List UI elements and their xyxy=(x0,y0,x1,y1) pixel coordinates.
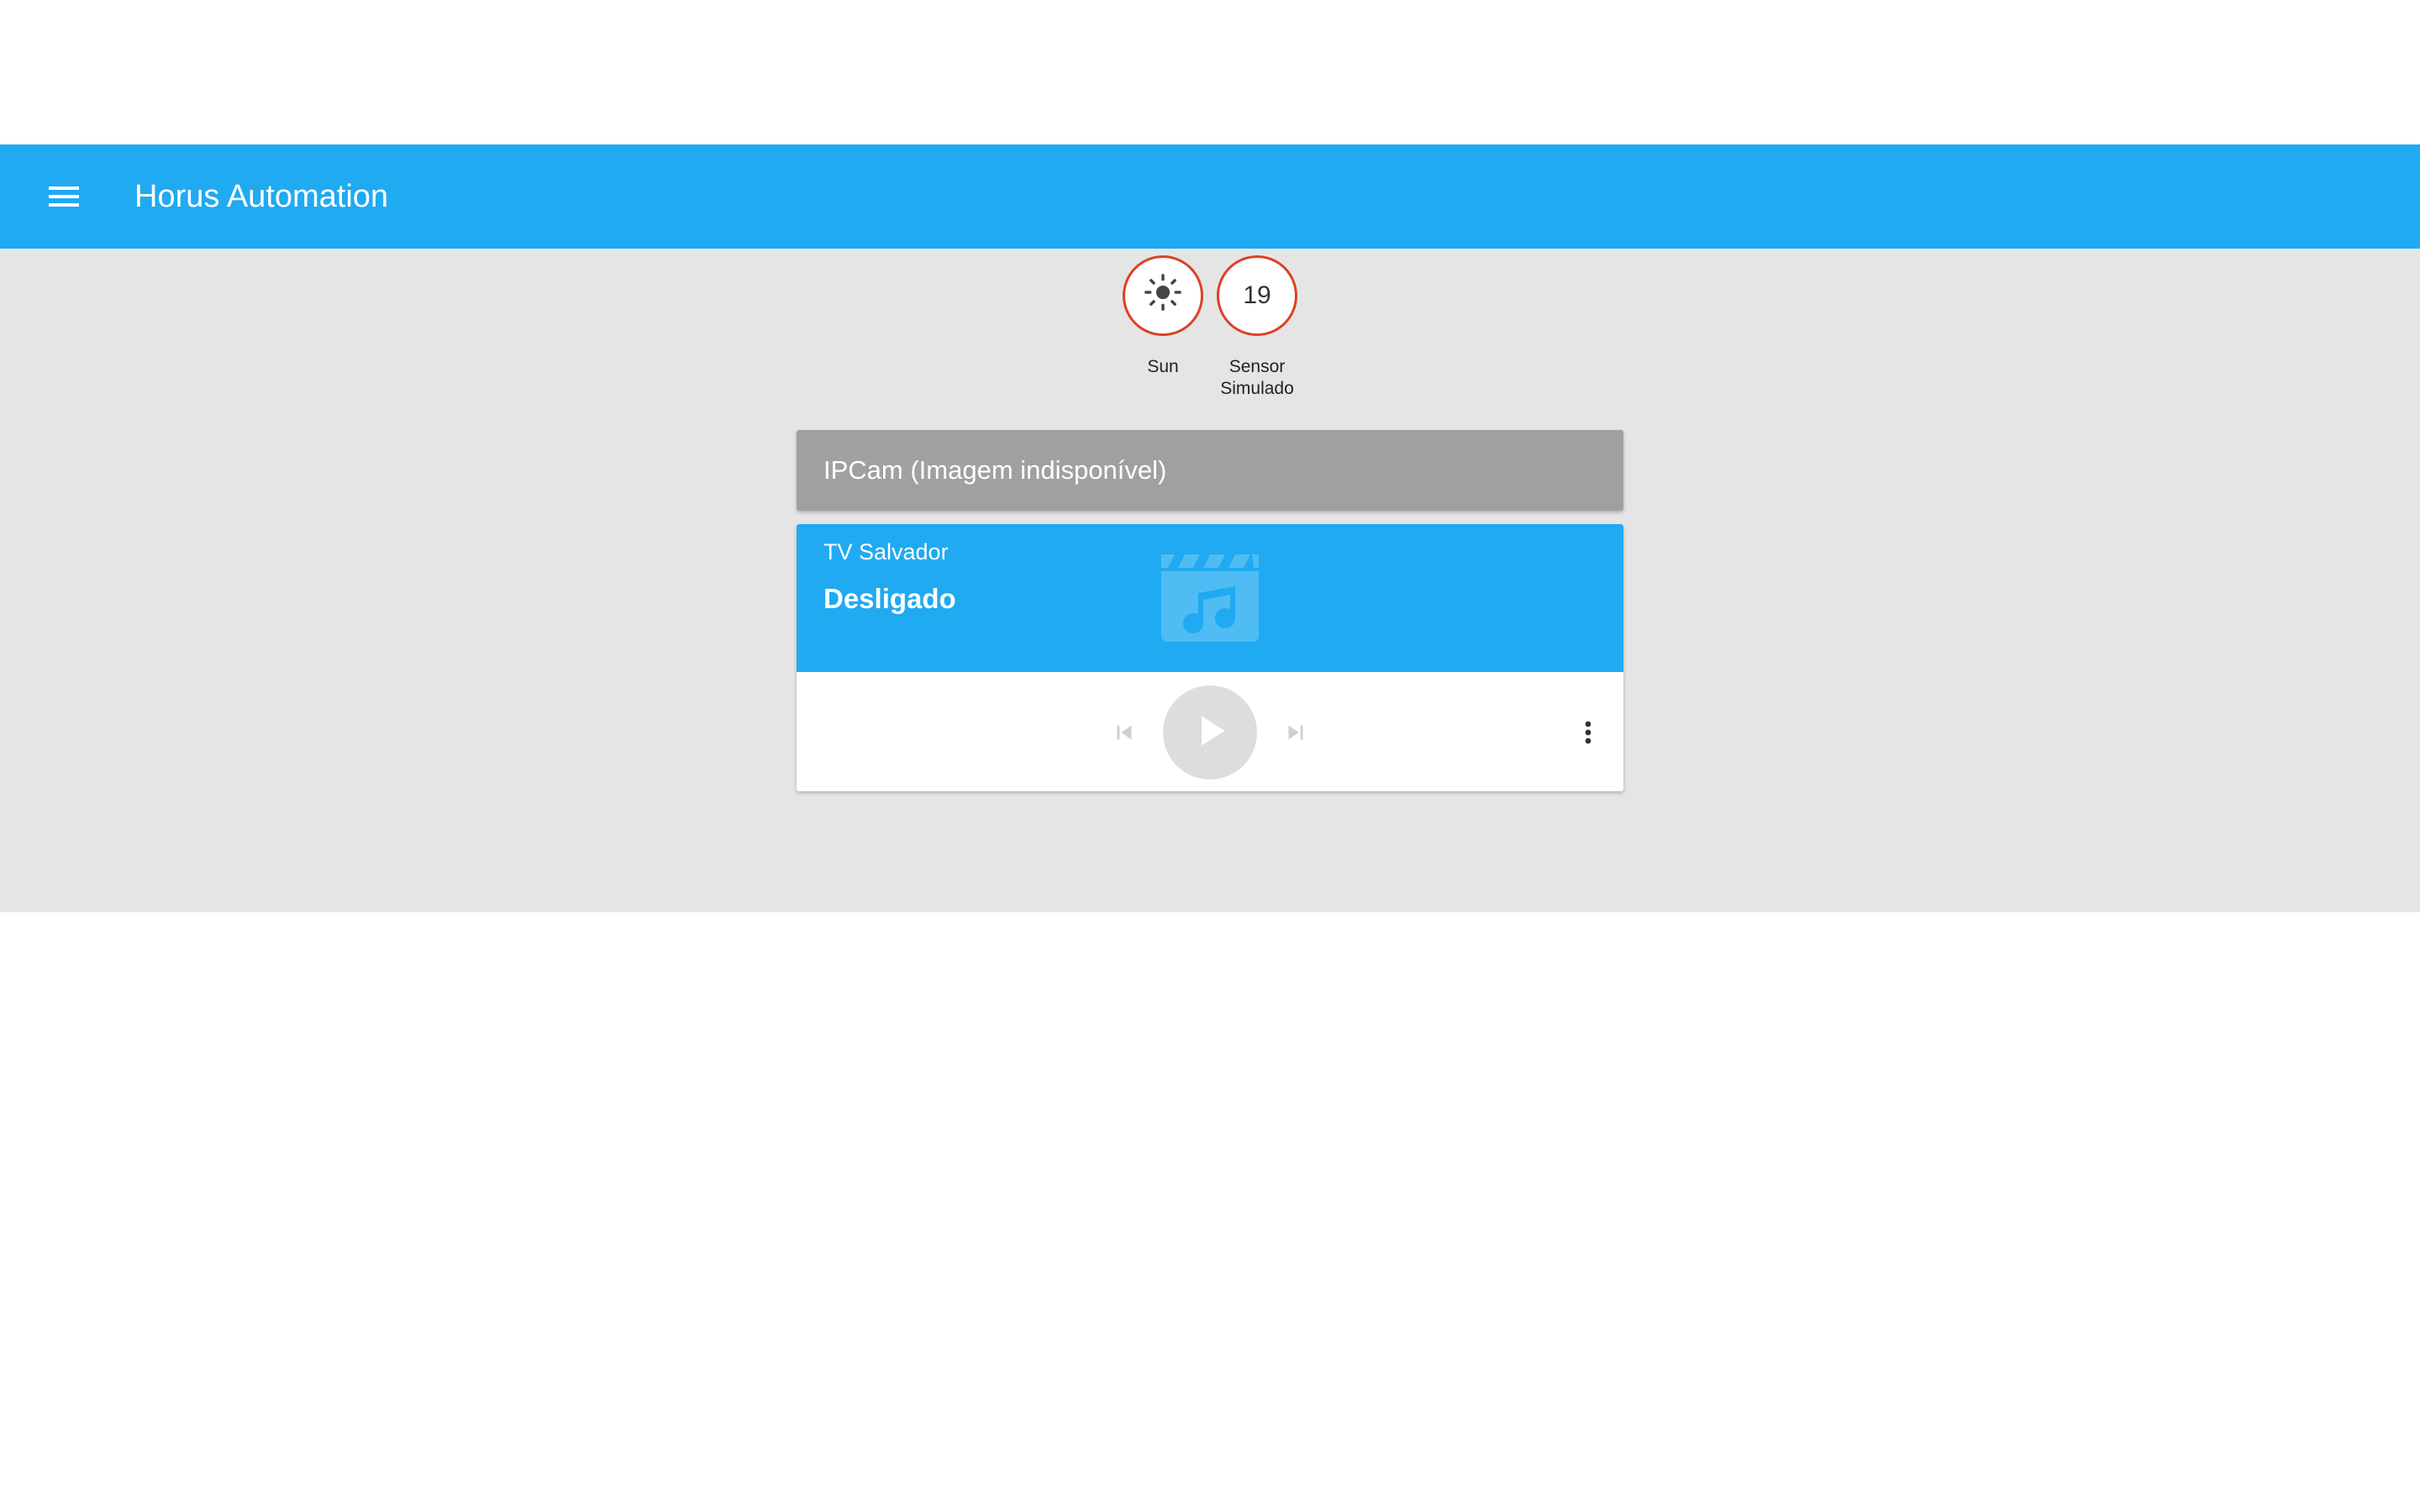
movie-music-icon xyxy=(1156,554,1264,642)
badge-sun[interactable]: Sun xyxy=(1113,255,1213,378)
play-button[interactable] xyxy=(1163,685,1257,780)
sensor-value: 19 xyxy=(1243,281,1271,309)
badge-label-sun: Sun xyxy=(1147,357,1179,376)
badge-sensor-simulado[interactable]: 19 Sensor Simulado xyxy=(1207,255,1307,400)
media-controls xyxy=(797,672,1623,791)
skip-previous-icon[interactable] xyxy=(1102,711,1146,754)
sensor-badge-circle[interactable]: 19 xyxy=(1217,255,1297,336)
main-view: Sun 19 Sensor Simulado IPCam (Imagem ind… xyxy=(0,249,2420,912)
app-title: Horus Automation xyxy=(134,179,389,214)
menu-icon[interactable] xyxy=(37,170,91,223)
media-player-state: Desligado xyxy=(823,583,956,614)
badge-label-sensor: Sensor Simulado xyxy=(1220,357,1294,398)
camera-card[interactable]: IPCam (Imagem indisponível) xyxy=(797,430,1623,511)
media-player-header[interactable]: TV Salvador Desligado xyxy=(797,524,1623,672)
media-player-name: TV Salvador xyxy=(823,539,949,564)
sun-icon xyxy=(1144,273,1182,318)
sun-badge-circle[interactable] xyxy=(1123,255,1203,336)
more-vert-icon[interactable] xyxy=(1561,706,1615,759)
top-blank-area xyxy=(0,0,2420,144)
play-icon xyxy=(1185,706,1235,760)
camera-card-title: IPCam (Imagem indisponível) xyxy=(823,455,1167,485)
skip-next-icon[interactable] xyxy=(1274,711,1318,754)
media-player-card: TV Salvador Desligado xyxy=(797,524,1623,791)
app-toolbar: Horus Automation xyxy=(0,144,2420,249)
